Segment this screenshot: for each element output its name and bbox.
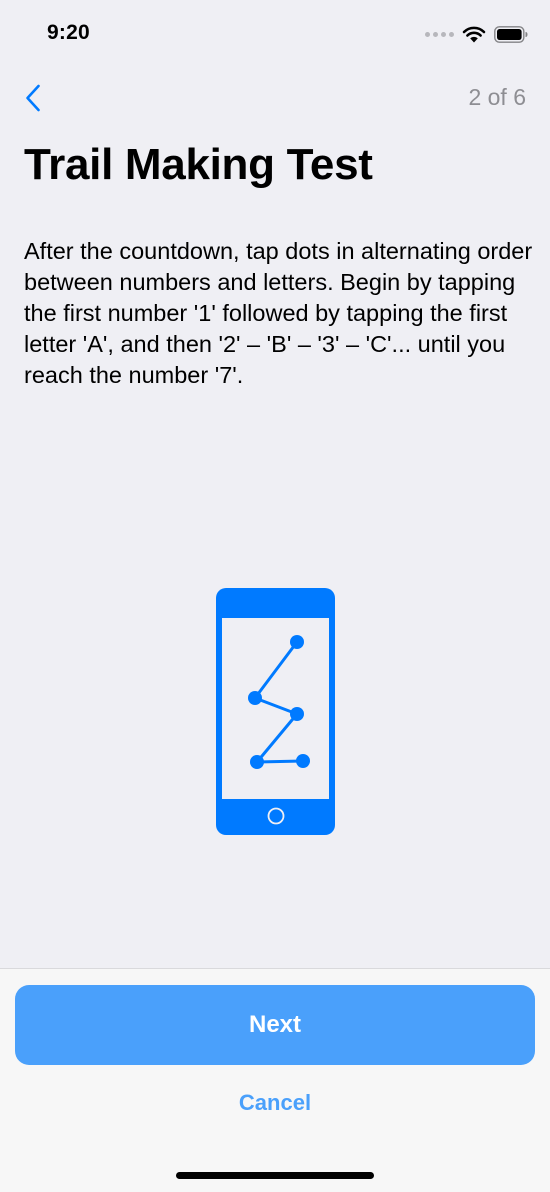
back-button[interactable] (18, 80, 48, 116)
wifi-icon (462, 26, 486, 43)
battery-icon (494, 25, 528, 43)
phone-trail-icon (216, 588, 335, 835)
next-button[interactable]: Next (15, 985, 535, 1065)
status-time: 9:20 (47, 21, 90, 44)
footer: Next Cancel (0, 968, 550, 1192)
cancel-button[interactable]: Cancel (175, 1083, 375, 1123)
instructions-text: After the countdown, tap dots in alterna… (24, 238, 533, 388)
home-indicator[interactable] (176, 1172, 374, 1179)
status-icons (425, 22, 528, 46)
status-bar: 9:20 (0, 0, 550, 66)
signal-dots-icon (425, 31, 454, 37)
page-title: Trail Making Test (24, 140, 373, 189)
chevron-left-icon (26, 84, 40, 112)
step-counter: 2 of 6 (468, 84, 526, 110)
